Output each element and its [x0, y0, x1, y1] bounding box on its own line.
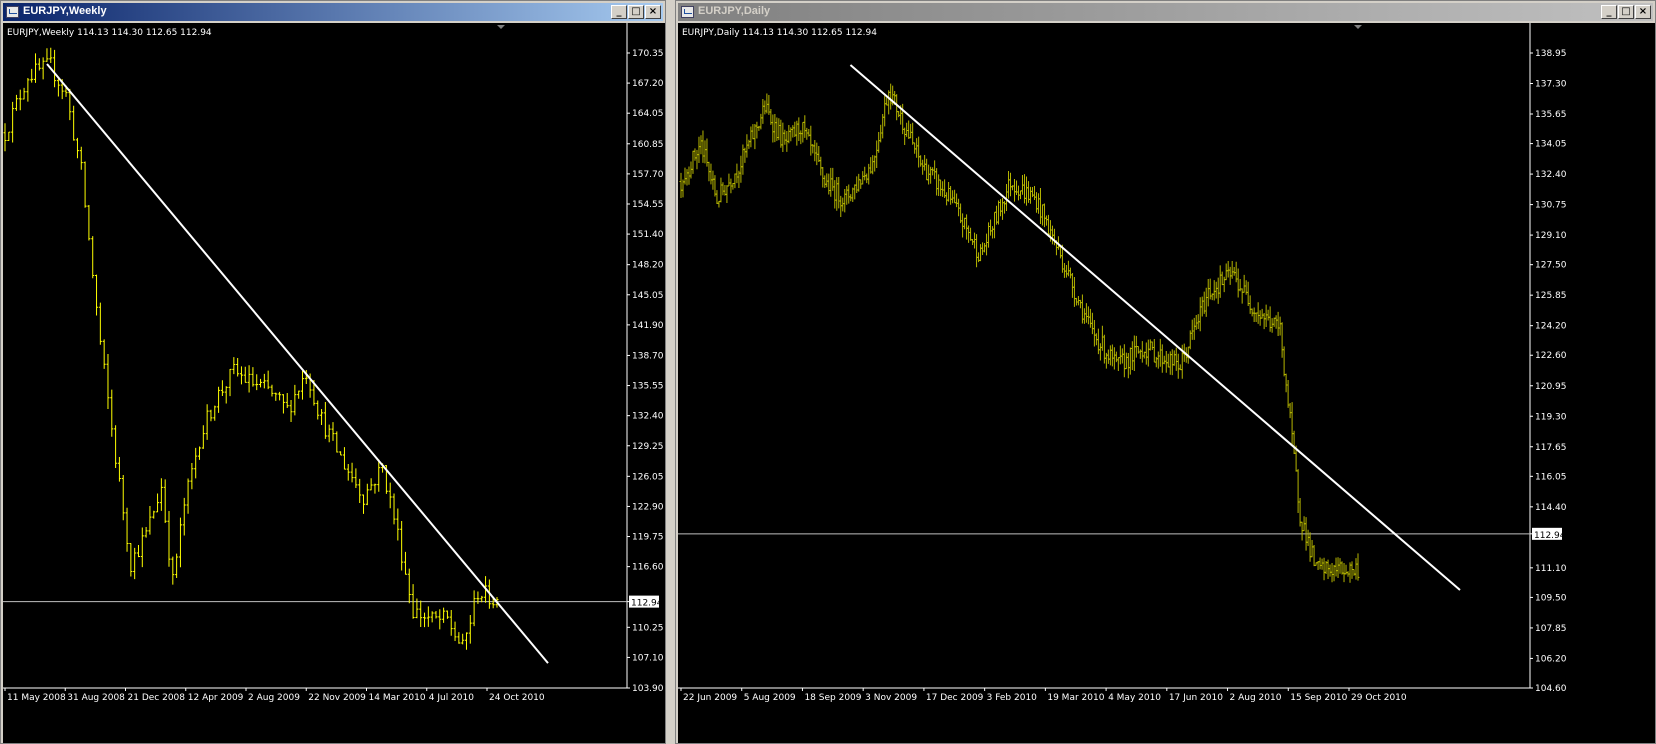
price-tick-label: 141.90 — [632, 321, 664, 331]
price-tick-label: 127.50 — [1535, 261, 1567, 271]
price-tick-label: 110.25 — [632, 623, 664, 633]
price-tick-label: 160.85 — [632, 140, 664, 150]
daily-chart-area[interactable]: EURJPY,Daily 114.13 114.30 112.65 112.94… — [678, 23, 1655, 743]
restore-button[interactable]: □ — [1618, 5, 1634, 19]
price-tick-label: 134.05 — [1535, 140, 1567, 150]
price-tick-label: 107.85 — [1535, 624, 1567, 634]
time-tick-label: 31 Aug 2008 — [67, 693, 125, 703]
price-tick-label: 135.55 — [632, 382, 664, 392]
time-tick-label: 22 Nov 2009 — [308, 693, 366, 703]
price-tick-label: 154.55 — [632, 200, 664, 210]
time-tick-label: 11 May 2008 — [7, 693, 66, 703]
time-tick-label: 21 Dec 2008 — [128, 693, 186, 703]
time-tick-label: 14 Mar 2010 — [369, 693, 426, 703]
chart-background — [678, 23, 1655, 743]
chart-window-icon — [6, 6, 19, 18]
daily-price-chart[interactable]: EURJPY,Daily 114.13 114.30 112.65 112.94… — [678, 23, 1655, 743]
price-tick-label: 138.70 — [632, 351, 664, 361]
chart-header-label: EURJPY,Weekly 114.13 114.30 112.65 112.9… — [7, 28, 212, 38]
time-tick-label: 2 Aug 2009 — [248, 693, 300, 703]
price-tick-label: 164.05 — [632, 109, 664, 119]
price-tick-label: 167.20 — [632, 79, 664, 89]
current-price-label: 112.94 — [631, 599, 663, 609]
minimize-button[interactable]: _ — [1601, 5, 1617, 19]
weekly-chart-area[interactable]: EURJPY,Weekly 114.13 114.30 112.65 112.9… — [3, 23, 665, 743]
price-tick-label: 130.75 — [1535, 201, 1567, 211]
price-tick-label: 107.10 — [632, 653, 664, 663]
price-tick-label: 170.35 — [632, 49, 664, 59]
time-tick-label: 29 Oct 2010 — [1351, 693, 1407, 703]
price-tick-label: 119.30 — [1535, 412, 1567, 422]
close-button[interactable]: × — [645, 5, 661, 19]
chart-window-icon — [681, 6, 694, 18]
chart-header-label: EURJPY,Daily 114.13 114.30 112.65 112.94 — [682, 28, 877, 38]
price-tick-label: 119.75 — [632, 533, 664, 543]
price-tick-label: 137.30 — [1535, 80, 1567, 90]
time-tick-label: 17 Dec 2009 — [926, 693, 984, 703]
time-tick-label: 3 Nov 2009 — [865, 693, 917, 703]
price-tick-label: 138.95 — [1535, 49, 1567, 59]
price-tick-label: 116.05 — [1535, 472, 1567, 482]
price-tick-label: 103.90 — [632, 684, 664, 694]
close-button[interactable]: × — [1635, 5, 1651, 19]
weekly-title-bar[interactable]: EURJPY,Weekly _ □ × — [3, 3, 663, 21]
current-price-label: 112.94 — [1534, 531, 1566, 541]
weekly-chart-window[interactable]: EURJPY,Weekly _ □ × EURJPY,Weekly 114.13… — [0, 0, 666, 744]
price-tick-label: 132.40 — [1535, 170, 1567, 180]
time-tick-label: 4 Jul 2010 — [429, 693, 474, 703]
price-tick-label: 104.60 — [1535, 684, 1567, 694]
price-tick-label: 151.40 — [632, 230, 664, 240]
price-tick-label: 124.20 — [1535, 322, 1567, 332]
daily-chart-window[interactable]: EURJPY,Daily _ □ × EURJPY,Daily 114.13 1… — [675, 0, 1656, 744]
price-tick-label: 116.60 — [632, 563, 664, 573]
price-tick-label: 126.05 — [632, 472, 664, 482]
time-tick-label: 22 Jun 2009 — [683, 693, 737, 703]
time-tick-label: 2 Aug 2010 — [1230, 693, 1282, 703]
price-tick-label: 125.85 — [1535, 291, 1567, 301]
window-title: EURJPY,Weekly — [23, 5, 107, 17]
time-tick-label: 12 Apr 2009 — [188, 693, 244, 703]
price-tick-label: 109.50 — [1535, 593, 1567, 603]
time-tick-label: 3 Feb 2010 — [987, 693, 1038, 703]
price-tick-label: 106.20 — [1535, 654, 1567, 664]
time-tick-label: 17 Jun 2010 — [1169, 693, 1223, 703]
price-tick-label: 129.10 — [1535, 231, 1567, 241]
weekly-price-chart[interactable]: EURJPY,Weekly 114.13 114.30 112.65 112.9… — [3, 23, 665, 743]
price-tick-label: 122.90 — [632, 502, 664, 512]
restore-button[interactable]: □ — [628, 5, 644, 19]
price-tick-label: 135.65 — [1535, 110, 1567, 120]
price-tick-label: 129.25 — [632, 442, 664, 452]
price-tick-label: 122.60 — [1535, 351, 1567, 361]
price-tick-label: 145.05 — [632, 291, 664, 301]
time-tick-label: 19 Mar 2010 — [1047, 693, 1104, 703]
price-tick-label: 114.40 — [1535, 503, 1567, 513]
price-tick-label: 148.20 — [632, 261, 664, 271]
time-tick-label: 24 Oct 2010 — [489, 693, 545, 703]
price-tick-label: 132.40 — [632, 412, 664, 422]
price-tick-label: 117.65 — [1535, 443, 1567, 453]
time-tick-label: 4 May 2010 — [1108, 693, 1161, 703]
time-tick-label: 5 Aug 2009 — [744, 693, 796, 703]
minimize-button[interactable]: _ — [611, 5, 627, 19]
time-tick-label: 15 Sep 2010 — [1290, 693, 1347, 703]
price-tick-label: 120.95 — [1535, 382, 1567, 392]
time-tick-label: 18 Sep 2009 — [804, 693, 861, 703]
price-tick-label: 157.70 — [632, 170, 664, 180]
price-tick-label: 111.10 — [1535, 564, 1567, 574]
window-title: EURJPY,Daily — [698, 5, 771, 17]
daily-title-bar[interactable]: EURJPY,Daily _ □ × — [678, 3, 1653, 21]
